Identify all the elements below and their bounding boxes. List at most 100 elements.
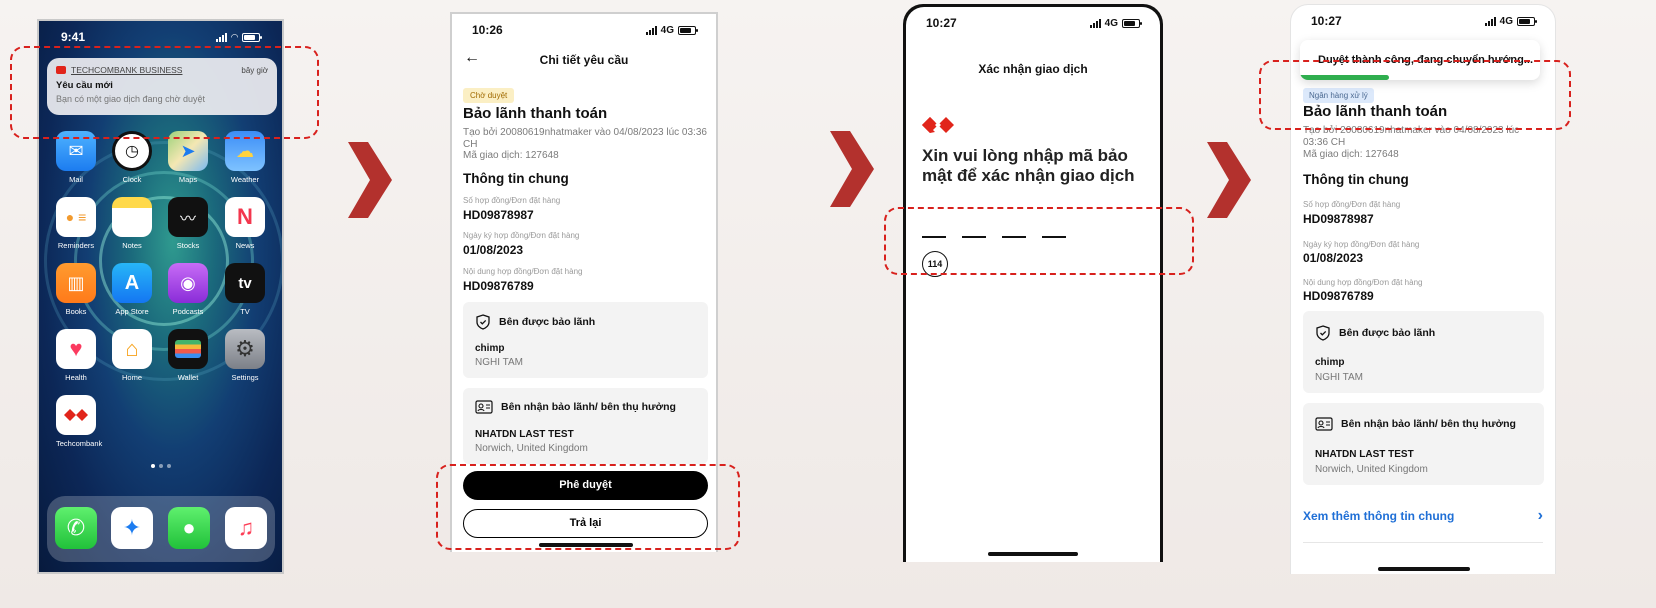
party-subtext: NGHI TAM <box>1315 372 1363 383</box>
status-time: 10:26 <box>472 23 503 37</box>
music-icon[interactable]: ♫ <box>225 507 267 549</box>
status-time: 10:27 <box>926 16 957 30</box>
section-title: Thông tin chung <box>463 171 569 186</box>
field-value: 01/08/2023 <box>1303 251 1364 265</box>
settings-gear-icon: ⚙ <box>225 329 265 369</box>
techcombank-logo-icon <box>56 66 66 74</box>
tv-glyph: tv <box>238 274 252 292</box>
otp-digit-slot[interactable] <box>922 236 946 238</box>
see-more-link[interactable]: Xem thêm thông tin chung › <box>1303 507 1543 525</box>
back-arrow-icon[interactable]: ← <box>464 49 480 67</box>
field-label: Ngày ký hợp đồng/Đơn đặt hàng <box>463 231 580 240</box>
otp-confirm-phone: 10:27 4G Xác nhận giao dịch Xin vui lòng… <box>903 4 1163 562</box>
app-label: App Store <box>115 307 149 316</box>
otp-digit-slot[interactable] <box>1002 236 1026 238</box>
phone-icon[interactable]: ✆ <box>55 507 97 549</box>
id-card-icon <box>1315 417 1333 431</box>
request-heading: Bảo lãnh thanh toán <box>1303 103 1448 120</box>
page-title: Xác nhận giao dịch <box>978 62 1088 76</box>
field-label: Số hợp đồng/Đơn đặt hàng <box>463 196 561 205</box>
app-store-icon: A <box>112 263 152 303</box>
app-notes[interactable]: Notes <box>112 197 152 250</box>
notification-app: TECHCOMBANK BUSINESS <box>56 65 182 75</box>
app-reminders[interactable]: ● ≡ Reminders <box>56 197 96 250</box>
app-settings[interactable]: ⚙ Settings <box>225 329 265 382</box>
field-label: Ngày ký hợp đồng/Đơn đặt hàng <box>1303 240 1420 249</box>
divider <box>1303 542 1543 543</box>
request-heading: Bảo lãnh thanh toán <box>463 105 608 122</box>
app-books[interactable]: ▥ Books <box>56 263 96 316</box>
app-tv[interactable]: tv TV <box>225 263 265 316</box>
techcombank-logo-icon <box>56 395 96 435</box>
app-weather[interactable]: ☁ Weather <box>225 131 265 184</box>
return-button[interactable]: Trả lại <box>463 509 708 538</box>
see-more-label: Xem thêm thông tin chung <box>1303 509 1455 523</box>
app-label: Home <box>121 373 142 382</box>
party-subtext: Norwich, United Kingdom <box>475 443 588 454</box>
success-toast: Duyệt thành công, đang chuyển hướng... <box>1300 40 1540 80</box>
notification-body: Bạn có một giao dịch đang chờ duyệt <box>56 94 205 104</box>
app-mail[interactable]: ✉ Mail <box>56 131 96 184</box>
otp-digit-slot[interactable] <box>962 236 986 238</box>
app-label: Settings <box>231 373 259 382</box>
toast-message: Duyệt thành công, đang chuyển hướng... <box>1318 54 1534 66</box>
status-bar: 10:27 4G <box>1291 5 1555 37</box>
notes-icon <box>112 197 152 237</box>
stocks-icon: 〰 <box>168 197 208 237</box>
app-clock[interactable]: ◷ Clock <box>112 131 152 184</box>
push-notification[interactable]: TECHCOMBANK BUSINESS bây giờ Yêu cầu mới… <box>47 58 277 115</box>
network-type: 4G <box>660 24 674 36</box>
status-time: 10:27 <box>1311 14 1342 28</box>
app-health[interactable]: ♥ Health <box>56 329 96 382</box>
app-label: Wallet <box>177 373 199 382</box>
safari-compass-icon[interactable]: ✦ <box>111 507 153 549</box>
status-bar: 9:41 ◠ <box>39 21 282 53</box>
app-label: TV <box>240 307 250 316</box>
nav-bar: ← Chi tiết yêu cầu <box>452 47 716 73</box>
app-app-store[interactable]: A App Store <box>112 263 152 316</box>
podcasts-icon: ◉ <box>168 263 208 303</box>
field-value: HD09878987 <box>1303 212 1374 226</box>
status-time: 9:41 <box>61 30 86 44</box>
app-label: Weather <box>230 175 260 184</box>
app-label: Health <box>65 373 87 382</box>
countdown-value: 114 <box>927 259 943 269</box>
app-news[interactable]: N News <box>225 197 265 250</box>
toast-progress-fill <box>1300 75 1389 80</box>
field-value: HD09876789 <box>1303 289 1374 303</box>
status-badge: Ngân hàng xử lý <box>1303 85 1374 103</box>
app-techcombank[interactable]: Techcombank <box>56 395 102 448</box>
app-home[interactable]: ⌂ Home <box>112 329 152 382</box>
id-card-icon <box>475 400 493 414</box>
messages-icon[interactable]: ● <box>168 507 210 549</box>
created-info: Tạo bởi 20080619nhatmaker vào 04/08/2023… <box>1303 125 1520 148</box>
wifi-icon: ◠ <box>231 31 238 42</box>
home-indicator <box>988 552 1078 556</box>
battery-icon <box>242 32 262 42</box>
signal-icon <box>216 32 228 42</box>
card-title: Bên nhận bảo lãnh/ bên thụ hưởng <box>501 401 676 413</box>
card-title: Bên được bảo lãnh <box>499 316 596 328</box>
app-podcasts[interactable]: ◉ Podcasts <box>168 263 208 316</box>
books-icon: ▥ <box>56 263 96 303</box>
clock-icon: ◷ <box>112 131 152 171</box>
guaranteed-party-card: Bên được bảo lãnh chimp NGHI TAM <box>463 302 708 378</box>
app-label: Stocks <box>176 241 200 250</box>
approve-button[interactable]: Phê duyệt <box>463 471 708 500</box>
party-name: chimp <box>1315 357 1345 368</box>
app-wallet[interactable]: Wallet <box>168 329 208 382</box>
maps-icon: ➤ <box>168 131 208 171</box>
field-label: Nội dung hợp đồng/Đơn đặt hàng <box>1303 278 1423 287</box>
party-name: NHATDN LAST TEST <box>475 429 574 440</box>
otp-digit-slot[interactable] <box>1042 236 1066 238</box>
iphone-home-screen: 9:41 ◠ TECHCOMBANK BUSINESS bây giờ Yêu … <box>37 19 284 574</box>
health-heart-icon: ♥ <box>56 329 96 369</box>
app-stocks[interactable]: 〰 Stocks <box>168 197 208 250</box>
app-maps[interactable]: ➤ Maps <box>168 131 208 184</box>
status-icons: 4G <box>1484 16 1537 27</box>
next-step-arrow-icon <box>830 131 874 207</box>
app-label: Books <box>65 307 87 316</box>
field-value: HD09878987 <box>463 208 534 222</box>
status-icons: ◠ <box>216 31 262 43</box>
party-name: NHATDN LAST TEST <box>1315 449 1414 460</box>
